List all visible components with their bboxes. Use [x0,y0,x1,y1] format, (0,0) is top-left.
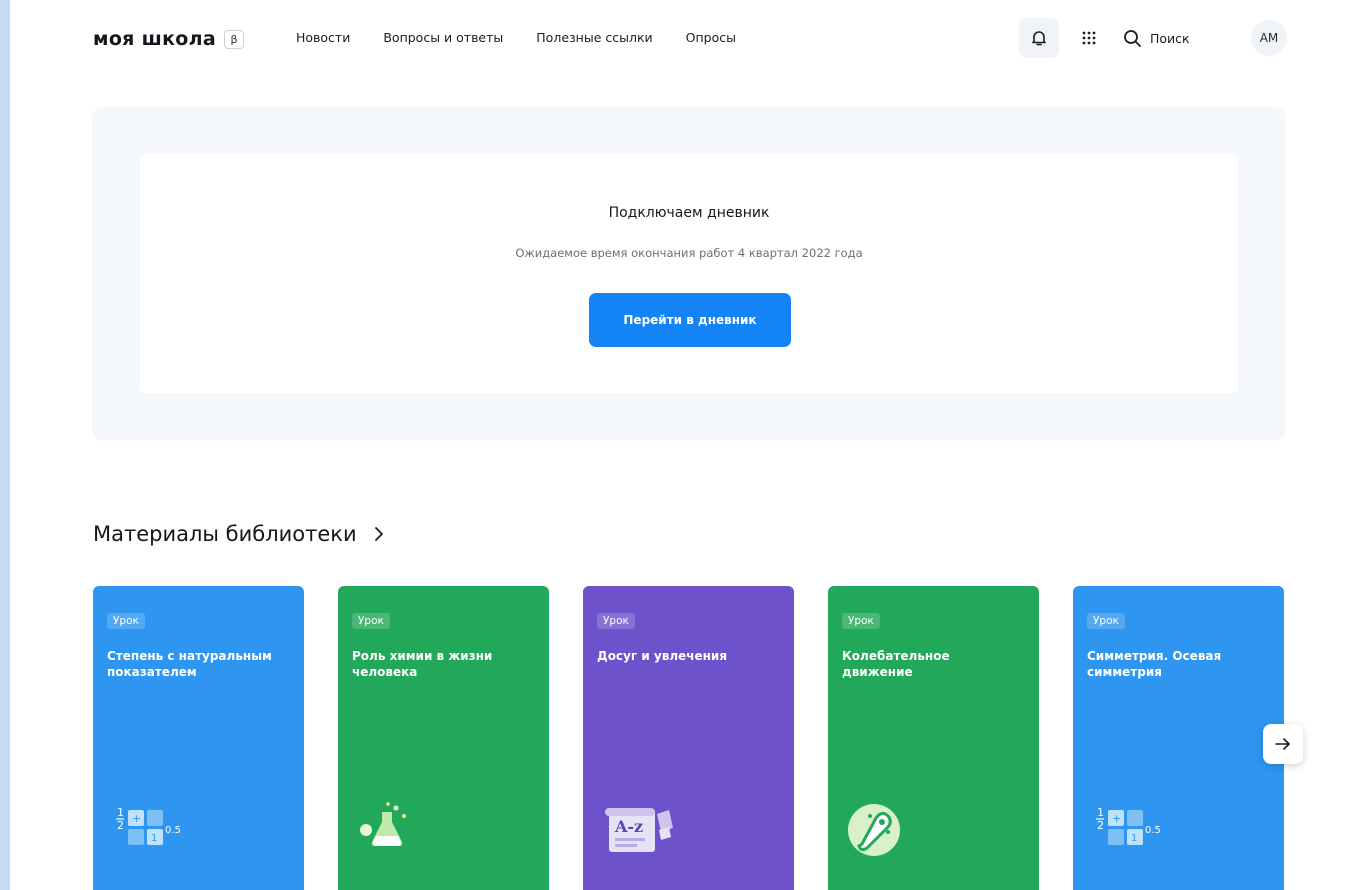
nav-links[interactable]: Полезные ссылки [536,30,652,45]
library-card[interactable]: Урок Досуг и увлечения A-z [583,586,794,890]
nav-news[interactable]: Новости [296,30,350,45]
diary-banner-card: Подключаем дневник Ожидаемое время оконч… [140,154,1238,393]
lesson-badge: Урок [1087,613,1125,629]
search-icon [1124,29,1141,47]
library-cards: Урок Степень с натуральным показателем 1… [93,586,1286,890]
library-heading[interactable]: Материалы библиотеки [93,522,385,546]
beta-badge: β [223,29,244,49]
card-title: Симметрия. Осевая симметрия [1087,649,1222,679]
card-title: Досуг и увлечения [597,649,728,663]
chevron-right-icon [373,526,385,542]
banner-subtitle: Ожидаемое время окончания работ 4 кварта… [515,246,863,260]
lesson-badge: Урок [107,613,145,629]
notifications-button[interactable] [1019,18,1059,58]
carousel-next-button[interactable] [1263,724,1303,764]
avatar[interactable]: АМ [1251,20,1287,56]
svg-text:+: + [132,812,141,825]
nav-faq[interactable]: Вопросы и ответы [383,30,503,45]
main-nav: Новости Вопросы и ответы Полезные ссылки… [296,30,769,45]
svg-text:0.5: 0.5 [1145,825,1161,836]
logo[interactable]: моя школа β [93,26,244,52]
nav-polls[interactable]: Опросы [686,30,736,45]
banner-title: Подключаем дневник [608,205,770,221]
svg-text:1: 1 [117,806,124,819]
library-card[interactable]: Урок Роль химии в жизни человека [338,586,549,890]
arrow-right-icon [1275,738,1290,750]
library-card[interactable]: Урок Колебательное движение [828,586,1039,890]
top-header: моя школа β Новости Вопросы и ответы Пол… [10,0,1345,82]
svg-text:1: 1 [1131,833,1137,844]
library-card[interactable]: Урок Степень с натуральным показателем 1… [93,586,304,890]
dictionary-scroll-icon: A-z [601,800,681,860]
card-title: Колебательное движение [842,649,950,679]
library-card[interactable]: Урок Симметрия. Осевая симметрия 1 2 + 1… [1073,586,1284,890]
lesson-badge: Урок [352,613,390,629]
search-button[interactable]: Поиск [1123,18,1190,58]
math-blocks-icon: 1 2 + 1 0.5 [1091,800,1165,854]
svg-text:1: 1 [151,833,157,844]
math-blocks-icon: 1 2 + 1 0.5 [111,800,185,854]
svg-text:0.5: 0.5 [165,825,181,836]
chemistry-flask-icon [356,800,416,854]
library-title: Материалы библиотеки [93,522,357,546]
logo-text: моя школа [93,28,216,50]
search-label: Поиск [1150,30,1190,46]
svg-text:1: 1 [1097,806,1104,819]
svg-text:2: 2 [117,819,124,832]
apps-menu-button[interactable] [1069,18,1109,58]
bell-icon [1032,31,1046,46]
diary-banner: Подключаем дневник Ожидаемое время оконч… [92,107,1285,440]
card-title: Степень с натуральным показателем [107,649,272,679]
apps-grid-icon [1082,31,1096,45]
svg-text:2: 2 [1097,819,1104,832]
page-frame: моя школа β Новости Вопросы и ответы Пол… [10,0,1345,890]
magnet-icon [846,800,906,864]
header-actions: Поиск АМ [1015,18,1345,58]
go-to-diary-button[interactable]: Перейти в дневник [589,293,791,347]
card-title: Роль химии в жизни человека [352,649,493,679]
svg-text:+: + [1112,812,1121,825]
lesson-badge: Урок [842,613,880,629]
svg-text:A-z: A-z [614,817,643,836]
lesson-badge: Урок [597,613,635,629]
